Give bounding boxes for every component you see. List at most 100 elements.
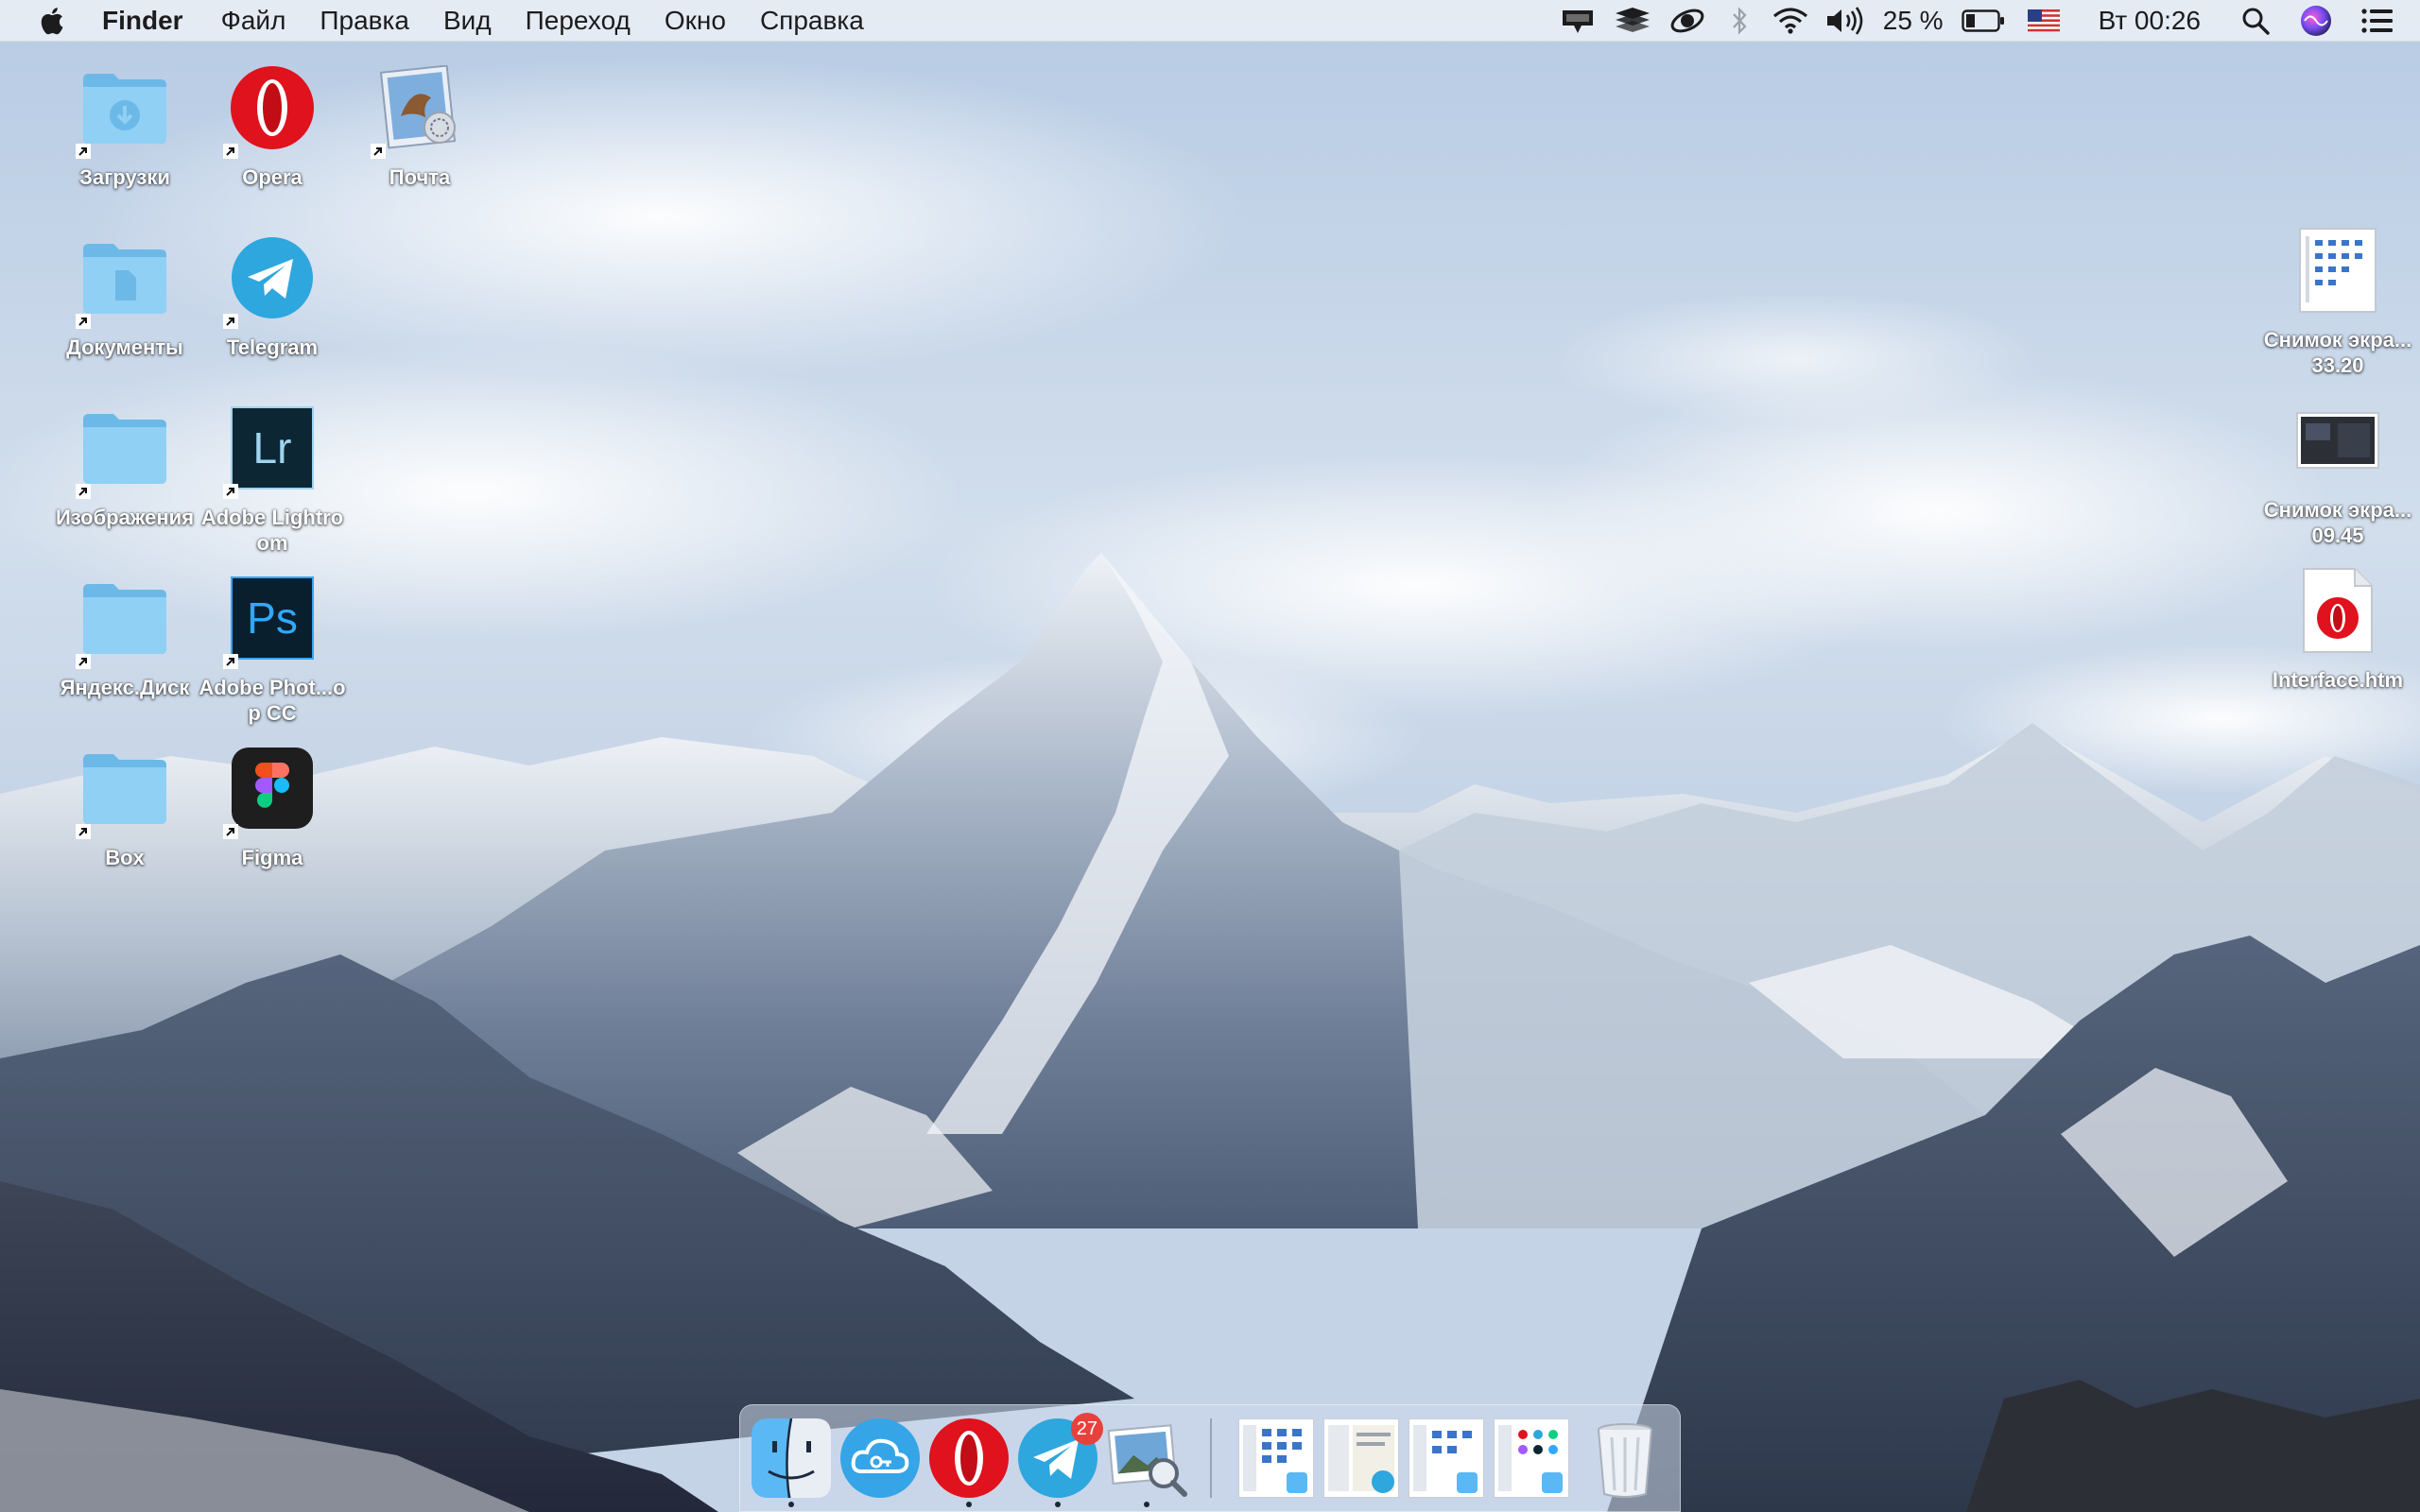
alias-arrow-icon xyxy=(371,144,386,159)
desktop-icon-label: Adobe Lightroom xyxy=(200,506,344,555)
app-status-icon[interactable] xyxy=(1660,0,1715,42)
status-area: 25 % Вт 00:26 xyxy=(1550,0,2420,42)
desktop-icon-label: Снимок экра...33.20 xyxy=(2263,328,2412,377)
battery-icon[interactable] xyxy=(1955,0,2012,42)
dock-trash[interactable] xyxy=(1583,1417,1667,1500)
desktop-icon-label: Изображения xyxy=(55,506,195,529)
screenshot-file-icon xyxy=(2290,393,2385,488)
alias-arrow-icon xyxy=(76,654,91,669)
running-indicator xyxy=(1055,1502,1061,1507)
running-indicator xyxy=(788,1502,794,1507)
cloud-key-icon xyxy=(840,1418,920,1498)
window-thumbnail-icon[interactable] xyxy=(1238,1418,1314,1498)
opera-icon xyxy=(223,60,320,159)
desktop-icon-mail[interactable]: Почта xyxy=(344,60,495,190)
dock-preview[interactable] xyxy=(1105,1417,1188,1507)
menu-help[interactable]: Справка xyxy=(760,6,864,36)
window-thumbnail-icon[interactable] xyxy=(1323,1418,1399,1498)
desktop-icon-screenshot-1[interactable]: Снимок экра...33.20 xyxy=(2262,223,2413,378)
screenshot-file-icon xyxy=(2290,223,2385,318)
stack-icon[interactable] xyxy=(1605,0,1660,42)
dock-telegram[interactable]: 27 xyxy=(1016,1413,1103,1507)
alias-arrow-icon xyxy=(76,144,91,159)
alias-arrow-icon xyxy=(223,654,238,669)
bluetooth-icon[interactable] xyxy=(1715,0,1764,42)
alias-arrow-icon xyxy=(76,484,91,499)
desktop-icon-label: Telegram xyxy=(226,335,319,359)
documents-folder-icon xyxy=(76,231,172,329)
opera-icon xyxy=(929,1418,1009,1498)
window-thumbnail-icon[interactable] xyxy=(1494,1418,1569,1498)
photoshop-icon: Ps xyxy=(223,571,320,669)
running-indicator xyxy=(1144,1502,1150,1507)
notification-center-icon[interactable] xyxy=(2344,0,2411,42)
opera-html-file-icon xyxy=(2290,563,2385,658)
folder-icon xyxy=(76,741,172,839)
desktop-icon-label: Почта xyxy=(389,165,451,189)
desktop-icon-screenshot-2[interactable]: Снимок экра...09.45 xyxy=(2262,393,2413,548)
desktop-icon-label: Box xyxy=(105,846,145,869)
lightroom-icon: Lr xyxy=(223,401,320,499)
desktop-icon-pictures[interactable]: Изображения xyxy=(49,401,200,530)
menu-view[interactable]: Вид xyxy=(443,6,492,36)
desktop-icon-interface-htm[interactable]: Interface.htm xyxy=(2262,563,2413,693)
desktop-wallpaper xyxy=(0,0,2420,1512)
alias-arrow-icon xyxy=(223,484,238,499)
desktop-icon-figma[interactable]: Figma xyxy=(197,741,348,870)
menu-bar: Finder Файл Правка Вид Переход Окно Спра… xyxy=(0,0,2420,42)
desktop-icon-label: Документы xyxy=(66,335,183,359)
dock-cloud-app[interactable] xyxy=(838,1417,922,1500)
alias-arrow-icon xyxy=(76,824,91,839)
lightroom-glyph: Lr xyxy=(253,423,292,472)
desktop-icon-telegram[interactable]: Telegram xyxy=(197,231,348,360)
menu-file[interactable]: Файл xyxy=(221,6,286,36)
alias-arrow-icon xyxy=(223,314,238,329)
battery-percent: 25 % xyxy=(1882,6,1944,35)
finder-icon xyxy=(752,1418,831,1499)
menu-app-name[interactable]: Finder xyxy=(102,6,183,36)
folder-icon xyxy=(76,571,172,669)
desktop-icon-documents[interactable]: Документы xyxy=(49,231,200,360)
desktop-icon-yandex-disk[interactable]: Яндекс.Диск xyxy=(49,571,200,700)
alias-arrow-icon xyxy=(223,824,238,839)
desktop-icon-label: Interface.htm xyxy=(2272,668,2404,692)
mail-icon xyxy=(371,60,467,159)
desktop-icon-label: Снимок экра...09.45 xyxy=(2263,498,2412,547)
wifi-icon[interactable] xyxy=(1764,0,1817,42)
desktop-icon-label: Figma xyxy=(241,846,303,869)
telegram-icon xyxy=(223,231,320,329)
desktop-icon-label: Adobe Phot...op CC xyxy=(199,676,346,725)
menu-edit[interactable]: Правка xyxy=(320,6,409,36)
desktop-icon-lightroom[interactable]: Lr Adobe Lightroom xyxy=(197,401,348,556)
figma-icon xyxy=(223,741,320,839)
unread-badge: 27 xyxy=(1070,1413,1103,1445)
menu-window[interactable]: Окно xyxy=(665,6,726,36)
desktop-icon-label: Opera xyxy=(242,165,302,189)
photoshop-glyph: Ps xyxy=(247,593,298,643)
window-thumbnail-icon[interactable] xyxy=(1409,1418,1484,1498)
desktop-icon-downloads[interactable]: Загрузки xyxy=(49,60,200,190)
desktop-icon-label: Яндекс.Диск xyxy=(60,676,190,699)
dock: 27 xyxy=(739,1404,1681,1512)
desktop-icon-box[interactable]: Box xyxy=(49,741,200,870)
us-flag-icon[interactable] xyxy=(2017,0,2070,42)
desktop-icon-label: Загрузки xyxy=(79,165,170,189)
alias-arrow-icon xyxy=(223,144,238,159)
dock-separator xyxy=(1210,1418,1212,1498)
clock[interactable]: Вт 00:26 xyxy=(2099,6,2201,36)
airdrop-like-icon[interactable] xyxy=(1550,0,1605,42)
downloads-folder-icon xyxy=(76,60,172,159)
dock-finder[interactable] xyxy=(750,1417,833,1507)
volume-icon[interactable] xyxy=(1817,0,1874,42)
alias-arrow-icon xyxy=(76,314,91,329)
menu-go[interactable]: Переход xyxy=(526,6,631,36)
siri-icon[interactable] xyxy=(2288,0,2344,42)
preview-icon xyxy=(1107,1424,1187,1497)
desktop-icon-photoshop[interactable]: Ps Adobe Phot...op CC xyxy=(197,571,348,726)
trash-icon xyxy=(1598,1423,1652,1498)
apple-menu-icon[interactable] xyxy=(38,5,64,37)
dock-opera[interactable] xyxy=(927,1417,1011,1507)
desktop-icon-opera[interactable]: Opera xyxy=(197,60,348,190)
search-icon[interactable] xyxy=(2235,0,2276,42)
running-indicator xyxy=(966,1502,972,1507)
